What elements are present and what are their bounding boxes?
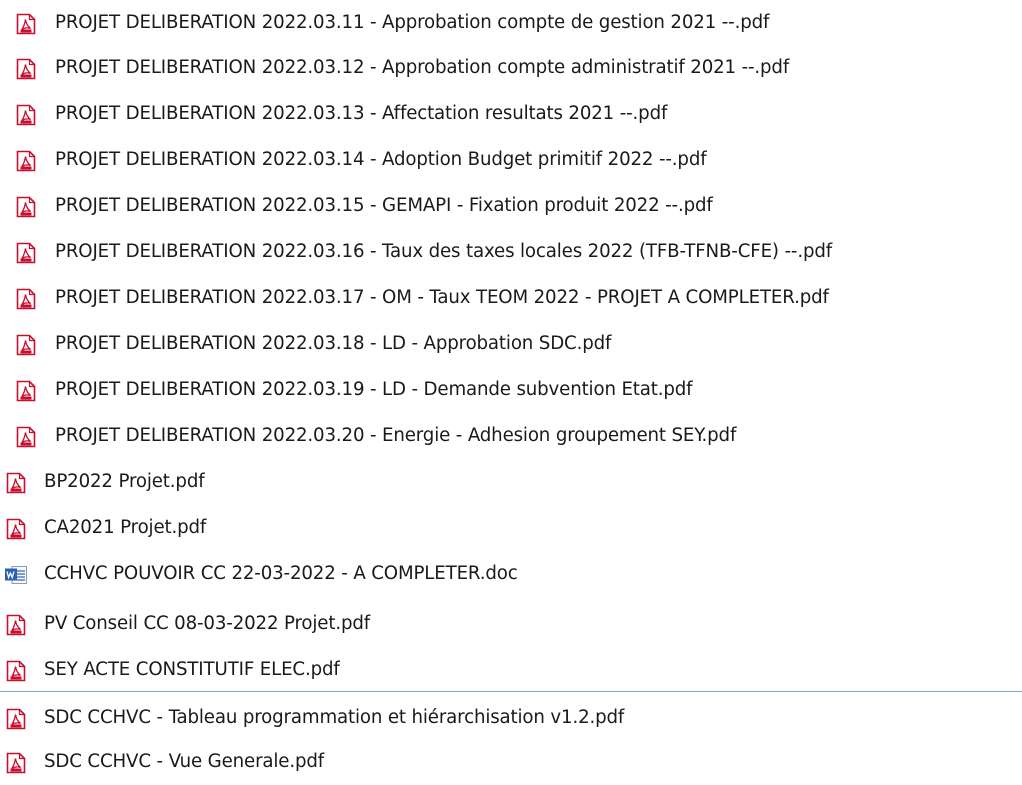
pdf-icon — [16, 13, 36, 35]
file-name: BP2022 Projet.pdf — [44, 471, 205, 492]
pdf-icon — [6, 518, 26, 540]
pdf-icon — [16, 150, 36, 172]
file-item[interactable]: PROJET DELIBERATION 2022.03.12 - Approba… — [0, 49, 1022, 89]
file-item[interactable]: SDC CCHVC - Vue Generale.pdf — [0, 743, 1022, 783]
file-name: PROJET DELIBERATION 2022.03.16 - Taux de… — [55, 241, 832, 262]
file-item[interactable]: SDC CCHVC - Tableau programmation et hié… — [0, 699, 1022, 739]
pdf-icon — [16, 334, 36, 356]
file-item[interactable]: PV Conseil CC 08-03-2022 Projet.pdf — [0, 605, 1022, 645]
file-name: PROJET DELIBERATION 2022.03.18 - LD - Ap… — [55, 333, 612, 354]
file-name: PROJET DELIBERATION 2022.03.11 - Approba… — [55, 12, 770, 33]
file-name: PROJET DELIBERATION 2022.03.19 - LD - De… — [55, 379, 693, 400]
file-item[interactable]: PROJET DELIBERATION 2022.03.19 - LD - De… — [0, 371, 1022, 411]
file-name: CCHVC POUVOIR CC 22-03-2022 - A COMPLETE… — [44, 563, 518, 584]
file-name: SEY ACTE CONSTITUTIF ELEC.pdf — [44, 659, 340, 680]
file-item[interactable]: PROJET DELIBERATION 2022.03.17 - OM - Ta… — [0, 279, 1022, 319]
file-item[interactable]: PROJET DELIBERATION 2022.03.14 - Adoptio… — [0, 141, 1022, 181]
pdf-icon — [6, 752, 26, 774]
file-item[interactable]: SEY ACTE CONSTITUTIF ELEC.pdf — [0, 651, 1022, 691]
pdf-icon — [6, 708, 26, 730]
word-doc-icon — [4, 564, 28, 586]
pdf-icon — [16, 288, 36, 310]
file-item[interactable]: CA2021 Projet.pdf — [0, 509, 1022, 549]
file-item[interactable]: PROJET DELIBERATION 2022.03.13 - Affecta… — [0, 95, 1022, 135]
pdf-icon — [16, 426, 36, 448]
file-item[interactable]: PROJET DELIBERATION 2022.03.20 - Energie… — [0, 417, 1022, 457]
file-item[interactable]: PROJET DELIBERATION 2022.03.18 - LD - Ap… — [0, 325, 1022, 365]
file-name: PROJET DELIBERATION 2022.03.12 - Approba… — [55, 57, 790, 78]
pdf-icon — [16, 380, 36, 402]
pdf-icon — [6, 614, 26, 636]
file-item[interactable]: PROJET DELIBERATION 2022.03.11 - Approba… — [0, 4, 1022, 44]
pdf-icon — [6, 660, 26, 682]
file-item[interactable]: PROJET DELIBERATION 2022.03.15 - GEMAPI … — [0, 187, 1022, 227]
file-name: PV Conseil CC 08-03-2022 Projet.pdf — [44, 613, 371, 634]
file-name: CA2021 Projet.pdf — [44, 517, 207, 538]
file-name: SDC CCHVC - Vue Generale.pdf — [44, 751, 325, 772]
separator — [0, 691, 1022, 692]
file-name: PROJET DELIBERATION 2022.03.14 - Adoptio… — [55, 149, 707, 170]
file-item[interactable]: BP2022 Projet.pdf — [0, 463, 1022, 503]
file-name: PROJET DELIBERATION 2022.03.13 - Affecta… — [55, 103, 668, 124]
file-name: PROJET DELIBERATION 2022.03.15 - GEMAPI … — [55, 195, 713, 216]
pdf-icon — [16, 242, 36, 264]
pdf-icon — [16, 104, 36, 126]
file-item[interactable]: CCHVC POUVOIR CC 22-03-2022 - A COMPLETE… — [0, 555, 1022, 595]
pdf-icon — [16, 196, 36, 218]
file-item[interactable]: PROJET DELIBERATION 2022.03.16 - Taux de… — [0, 233, 1022, 273]
pdf-icon — [16, 58, 36, 80]
file-name: SDC CCHVC - Tableau programmation et hié… — [44, 707, 625, 728]
pdf-icon — [6, 472, 26, 494]
file-name: PROJET DELIBERATION 2022.03.17 - OM - Ta… — [55, 287, 829, 308]
file-name: PROJET DELIBERATION 2022.03.20 - Energie… — [55, 425, 737, 446]
